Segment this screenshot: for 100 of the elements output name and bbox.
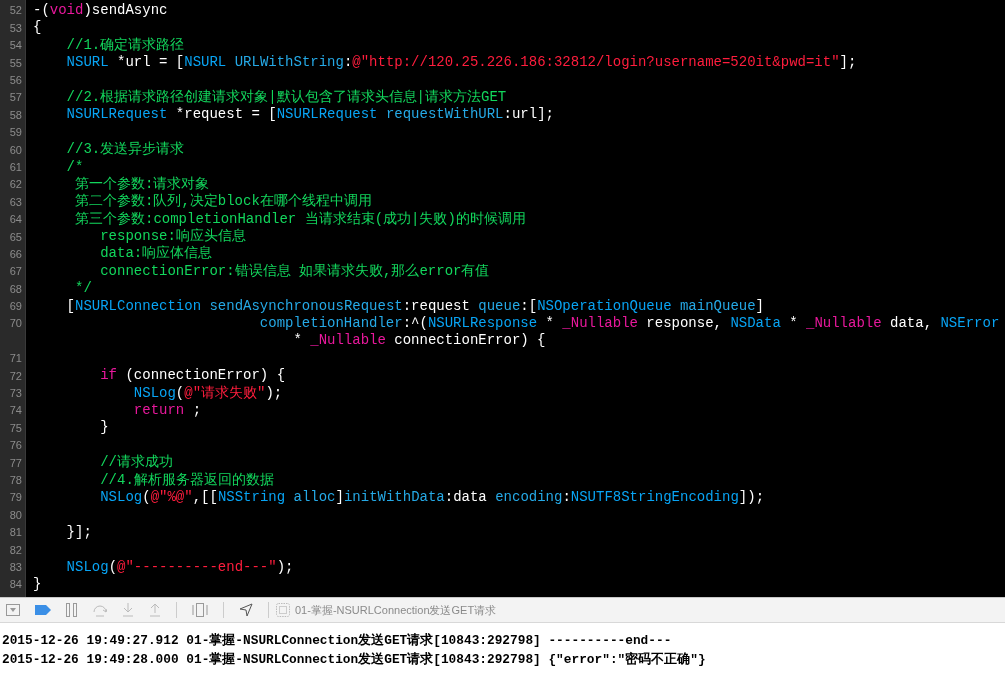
- code-text: }: [33, 575, 42, 594]
- line-number: 79: [9, 490, 22, 506]
- line-number: 67: [9, 264, 22, 280]
- code-text: :: [343, 54, 353, 72]
- code-text: ]: [335, 488, 344, 507]
- line-number: 59: [9, 125, 22, 141]
- code-keyword: _Nullable: [562, 315, 638, 333]
- code-text: :[: [520, 297, 538, 316]
- code-text: (: [108, 558, 118, 576]
- code-comment: data:响应体信息: [100, 245, 213, 263]
- line-number: 54: [9, 38, 22, 54]
- code-string: @"请求失败": [184, 384, 266, 402]
- code-type-name: NSData: [730, 315, 781, 333]
- code-keyword: void: [49, 2, 84, 20]
- code-type-name: NSURL: [184, 54, 227, 72]
- pause-icon[interactable]: [66, 603, 78, 617]
- line-number: 70: [9, 316, 22, 332]
- line-number: 74: [9, 403, 22, 419]
- line-number: 64: [9, 212, 22, 228]
- view-hierarchy-icon[interactable]: [192, 603, 208, 617]
- line-number: 63: [9, 194, 22, 210]
- line-number: 53: [9, 20, 22, 36]
- code-comment: //4.解析服务器返回的数据: [100, 471, 274, 489]
- code-string: @"----------end---": [117, 558, 277, 576]
- step-into-icon[interactable]: [122, 603, 134, 617]
- code-text: :data: [444, 488, 487, 507]
- code-text: :url];: [503, 106, 554, 124]
- panel-toggle-icon[interactable]: [6, 604, 20, 616]
- code-comment: 第一个参数:请求对象: [75, 175, 210, 193]
- code-type-name: NSURLRequest: [276, 106, 378, 124]
- line-number: 61: [9, 159, 22, 175]
- code-text: ]);: [738, 488, 765, 507]
- code-type-name: NSURL: [66, 54, 109, 72]
- code-comment: //请求成功: [100, 454, 174, 472]
- line-number: 72: [9, 368, 22, 384]
- line-number: 68: [9, 281, 22, 297]
- code-keyword: if: [100, 367, 118, 385]
- code-type-name: NSURLRequest: [66, 106, 168, 124]
- line-number: 69: [9, 299, 22, 315]
- code-comment: */: [75, 280, 92, 298]
- code-type-name: NSURLResponse: [427, 315, 538, 333]
- code-text: [: [66, 297, 75, 316]
- code-text: :request: [402, 297, 470, 316]
- step-out-icon[interactable]: [149, 603, 161, 617]
- line-number: 55: [9, 55, 22, 71]
- code-type-name: NSUTF8StringEncoding: [570, 488, 739, 507]
- line-number: 58: [9, 107, 22, 123]
- line-number: 52: [9, 3, 22, 19]
- code-method-name: completionHandler: [259, 315, 403, 333]
- code-text: *url = [: [117, 54, 185, 72]
- code-type-name: NSLog: [66, 558, 109, 576]
- code-method-name: URLWithString: [234, 54, 344, 72]
- code-method-name: encoding: [495, 488, 563, 507]
- code-keyword: _Nullable: [310, 332, 386, 350]
- code-method-name: alloc: [293, 488, 336, 507]
- code-keyword: return: [133, 402, 185, 420]
- code-comment: //1.确定请求路径: [66, 36, 185, 55]
- code-text: ];: [839, 54, 857, 72]
- line-number: 57: [9, 90, 22, 106]
- code-text: (: [142, 488, 151, 507]
- code-text: *request = [: [175, 106, 277, 124]
- code-text: }];: [66, 523, 92, 542]
- line-number: 76: [9, 438, 22, 454]
- code-text: (: [175, 384, 185, 402]
- code-type-name: NSLog: [100, 488, 143, 507]
- code-method-name: initWithData: [343, 488, 445, 507]
- code-method-name: mainQueue: [679, 297, 756, 316]
- code-string: @"%@": [150, 488, 193, 507]
- code-text: );: [265, 384, 283, 402]
- code-type-name: NSURLConnection: [75, 297, 202, 316]
- code-text: data,: [890, 315, 934, 333]
- line-number: 81: [9, 525, 22, 541]
- line-number: 62: [9, 177, 22, 193]
- code-comment: connectionError:错误信息 如果请求失败,那么error有值: [100, 262, 490, 281]
- line-number: 75: [9, 420, 22, 436]
- code-comment: //3.发送异步请求: [66, 141, 185, 159]
- code-type-name: NSError: [940, 315, 1000, 333]
- line-number: 60: [9, 142, 22, 158]
- breakpoint-icon[interactable]: [35, 605, 51, 615]
- code-comment: response:响应头信息: [100, 228, 246, 245]
- code-text: )sendAsync: [83, 2, 168, 20]
- code-method-name: sendAsynchronousRequest: [209, 297, 403, 316]
- code-comment: 第二个参数:队列,决定block在哪个线程中调用: [75, 193, 372, 211]
- process-icon: [276, 603, 290, 617]
- code-type-name: NSLog: [133, 384, 176, 402]
- code-type-name: NSString: [217, 488, 286, 507]
- line-number: 77: [9, 455, 22, 471]
- code-text: ;: [192, 402, 202, 420]
- location-arrow-icon[interactable]: [239, 603, 253, 617]
- line-number: 73: [9, 386, 22, 402]
- step-over-icon[interactable]: [93, 603, 107, 617]
- code-comment: //2.根据请求路径创建请求对象|默认包含了请求头信息|请求方法GET: [66, 88, 507, 107]
- process-title[interactable]: 01-掌握-NSURLConnection发送GET请求: [295, 601, 497, 619]
- code-text: response,: [646, 315, 723, 333]
- code-text: }: [100, 419, 109, 437]
- code-text: ,[[: [192, 488, 218, 507]
- code-text: (connectionError) {: [125, 367, 286, 385]
- code-text: -(: [33, 2, 50, 20]
- line-number: 65: [9, 229, 22, 245]
- code-text: *: [545, 315, 555, 333]
